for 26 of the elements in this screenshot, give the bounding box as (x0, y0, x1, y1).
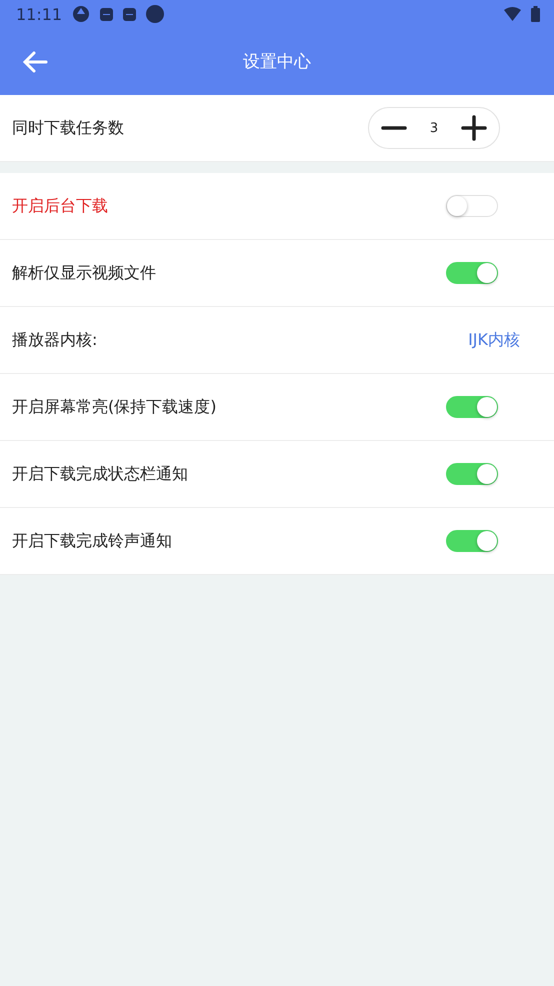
plus-icon (461, 115, 487, 141)
setting-label: 解析仅显示视频文件 (12, 262, 157, 284)
setting-label: 开启下载完成状态栏通知 (12, 464, 189, 484)
page-title: 设置中心 (243, 51, 311, 73)
setting-label: 开启屏幕常亮(保持下载速度) (12, 396, 218, 418)
setting-label: 播放器内核: (12, 330, 98, 350)
toggle-switch[interactable] (446, 463, 498, 485)
setting-label: 开启后台下载 (12, 196, 109, 216)
dot-icon (146, 5, 164, 23)
status-time: 11:11 (16, 4, 62, 24)
plus-button[interactable] (461, 115, 487, 141)
toggle-switch[interactable] (446, 530, 498, 552)
setting-label: 开启下载完成铃声通知 (12, 530, 173, 552)
notification-icon (100, 8, 114, 20)
stepper-value: 3 (430, 120, 438, 136)
notification-icon (123, 8, 136, 20)
aperture-icon (72, 5, 90, 23)
wifi-icon (504, 7, 521, 21)
back-arrow-icon (22, 50, 48, 72)
setting-label: 同时下载任务数 (12, 118, 125, 138)
toggle-switch[interactable] (446, 195, 498, 217)
toggle-switch[interactable] (446, 396, 498, 418)
player-core-link[interactable]: IJK内核 (468, 330, 520, 350)
minus-icon (381, 126, 407, 130)
toggle-switch[interactable] (446, 262, 498, 284)
battery-icon (531, 6, 540, 22)
